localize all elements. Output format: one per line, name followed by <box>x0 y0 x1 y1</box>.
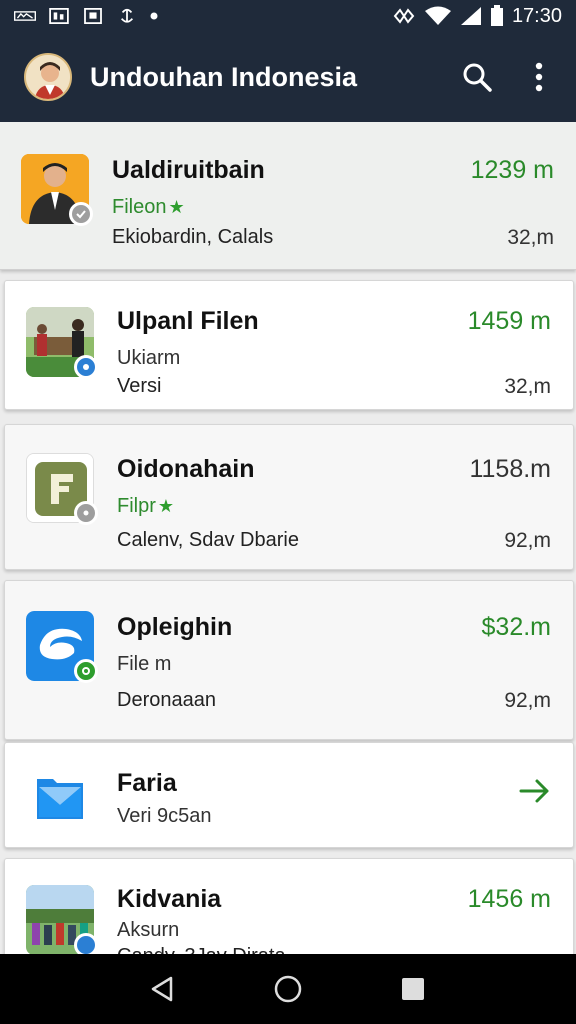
item-size: 1456 m <box>467 885 551 913</box>
more-options-button[interactable] <box>522 60 556 94</box>
battery-icon <box>490 5 503 26</box>
item-amount: 32,m <box>507 226 554 249</box>
item-thumbnail <box>26 453 98 525</box>
home-icon <box>274 975 302 1003</box>
status-badge <box>74 355 98 379</box>
recents-button[interactable] <box>393 969 433 1009</box>
list-item[interactable]: Ualdiruitbain Fileon ★ Ekiobardin, Calals… <box>0 122 576 270</box>
sync-icon <box>120 8 134 23</box>
item-amount: 92,m <box>504 529 551 552</box>
list-item[interactable]: Ulpanl Filen Ukiarm Versi 1459 m 32,m <box>4 280 574 410</box>
item-meta: Versi <box>117 375 162 397</box>
recents-icon <box>402 978 425 1000</box>
item-meta: Deronaaan <box>117 689 216 711</box>
wifi-icon <box>424 6 451 25</box>
status-badge <box>74 501 98 525</box>
app-title: Undouhan Indonesia <box>90 61 357 92</box>
star-icon: ★ <box>157 496 175 516</box>
item-subtitle: Veri 9c5an <box>117 805 212 827</box>
search-button[interactable] <box>460 60 494 94</box>
item-title: Ulpanl Filen <box>117 307 259 335</box>
item-amount: 32,m <box>504 375 551 398</box>
item-title: Oidonahain <box>117 455 255 483</box>
item-meta: Ekiobardin, Calals <box>112 226 274 248</box>
list-item[interactable]: Oidonahain Filpr ★ Calenv, Sdav Dbarie 11… <box>4 424 574 570</box>
photo-icon <box>84 8 102 24</box>
item-thumbnail <box>26 307 98 379</box>
status-time: 17:30 <box>511 4 562 27</box>
open-button[interactable] <box>519 777 551 810</box>
navigation-bar <box>0 954 576 1024</box>
item-subtitle: Aksurn <box>117 919 180 941</box>
item-title: Opleighin <box>117 613 233 641</box>
item-thumbnail <box>26 611 98 683</box>
signal-icon <box>460 7 481 25</box>
download-list: Ualdiruitbain Fileon ★ Ekiobardin, Calals… <box>0 122 576 954</box>
item-size: $32.m <box>481 613 551 641</box>
back-icon <box>151 976 172 1002</box>
list-item[interactable]: Faria Veri 9c5an <box>4 742 574 848</box>
search-icon <box>463 63 492 92</box>
status-badge <box>74 659 98 683</box>
item-size: 1158.m <box>469 455 551 483</box>
item-meta: Candy, 3Jav Dirata <box>117 945 286 954</box>
status-badge <box>69 202 93 226</box>
vibrate-icon <box>393 8 415 24</box>
list-item[interactable]: Opleighin File m Deronaaan $32.m 92,m <box>4 580 574 740</box>
list-item[interactable]: Kidvania Aksurn Candy, 3Jav Dirata 1456 … <box>4 858 574 954</box>
dot-icon <box>150 12 158 20</box>
avatar[interactable] <box>24 53 72 101</box>
status-badge <box>74 933 98 954</box>
star-icon: ★ <box>168 197 185 217</box>
item-thumbnail <box>26 885 98 954</box>
item-subtitle: File m <box>117 653 172 675</box>
item-subtitle: Ukiarm <box>117 347 181 369</box>
back-button[interactable] <box>143 969 183 1009</box>
item-meta: Calenv, Sdav Dbarie <box>117 529 299 551</box>
item-subtitle: Fileon ★ <box>112 196 185 218</box>
app-bar: Undouhan Indonesia <box>0 32 576 122</box>
arrow-right-icon <box>519 779 549 803</box>
gallery-icon <box>49 8 69 24</box>
item-subtitle: Filpr ★ <box>117 495 175 517</box>
item-title: Kidvania <box>117 885 222 913</box>
item-size: 1459 m <box>467 307 551 335</box>
status-bar: 17:30 <box>0 0 576 32</box>
item-size: 1239 m <box>470 156 554 184</box>
folder-mail-icon <box>35 773 85 826</box>
more-vert-icon <box>535 62 543 92</box>
item-title: Faria <box>117 769 177 797</box>
item-title: Ualdiruitbain <box>112 156 265 184</box>
home-button[interactable] <box>268 969 308 1009</box>
item-thumbnail <box>21 154 93 226</box>
item-amount: 92,m <box>504 689 551 712</box>
notification-icon <box>14 11 36 21</box>
